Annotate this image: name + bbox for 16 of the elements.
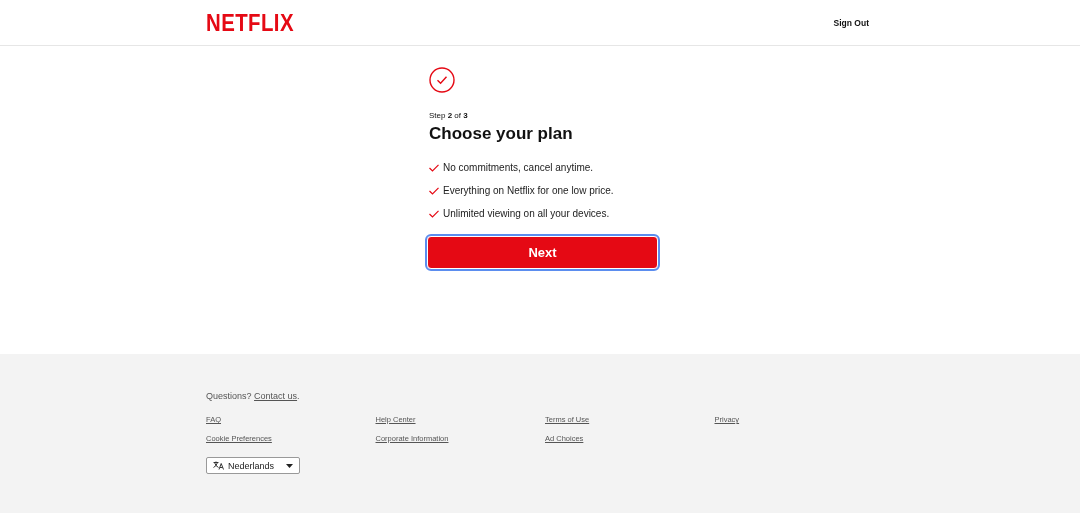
checkmark-circle-icon <box>429 67 455 93</box>
benefit-text: Unlimited viewing on all your devices. <box>443 208 610 219</box>
next-button[interactable]: Next <box>427 236 658 269</box>
benefit-text: No commitments, cancel anytime. <box>443 162 594 173</box>
benefit-text: Everything on Netflix for one low price. <box>443 185 614 196</box>
questions-text: Questions? Contact us. <box>206 391 301 401</box>
checkmark-icon <box>429 186 439 195</box>
page-title: Choose your plan <box>429 124 573 144</box>
language-selector[interactable]: Nederlands <box>206 457 301 474</box>
logo[interactable]: NETFLIX <box>206 8 294 37</box>
step-indicator: Step 2 of 3 <box>429 111 468 120</box>
checkmark-icon <box>429 209 439 218</box>
caret-icon <box>286 463 294 468</box>
language-icon <box>213 461 224 470</box>
checkmark-icon <box>429 163 439 172</box>
sign-out-link[interactable]: Sign Out <box>833 17 869 28</box>
